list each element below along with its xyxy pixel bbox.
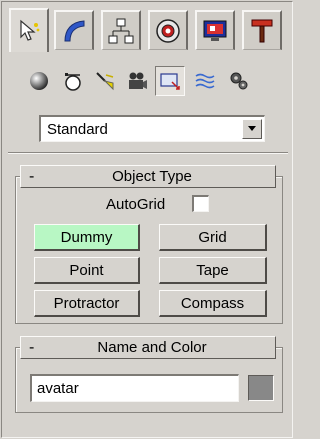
object-color-swatch[interactable]	[248, 375, 274, 401]
autogrid-checkbox[interactable]	[192, 195, 209, 212]
tab-display[interactable]	[195, 10, 235, 50]
rollout-title: Object Type	[112, 168, 192, 185]
compass-button[interactable]: Compass	[159, 290, 267, 317]
chevron-down-icon	[248, 126, 256, 131]
tab-hierarchy[interactable]	[101, 10, 141, 50]
tab-modify[interactable]	[54, 10, 94, 50]
helpers-button[interactable]	[155, 66, 185, 96]
create-pointer-icon	[20, 19, 40, 41]
category-dropdown-value: Standard	[47, 121, 108, 138]
utilities-hammer-icon	[251, 19, 273, 42]
object-name-field[interactable]: avatar	[30, 374, 239, 402]
name-and-color-rollout-header[interactable]: - Name and Color	[20, 336, 276, 359]
collapse-icon: -	[29, 167, 35, 185]
cameras-icon	[129, 72, 147, 89]
hierarchy-icon	[108, 18, 134, 43]
display-monitor-icon	[203, 20, 227, 41]
tab-motion[interactable]	[148, 10, 188, 50]
dummy-button[interactable]: Dummy	[34, 224, 140, 251]
systems-button[interactable]	[224, 66, 254, 96]
collapse-icon: -	[29, 338, 35, 356]
category-dropdown[interactable]: Standard	[39, 115, 265, 142]
cameras-button[interactable]	[122, 66, 152, 96]
geometry-button[interactable]	[24, 66, 54, 96]
rollout-title: Name and Color	[97, 339, 207, 356]
command-panel-tabs	[9, 8, 289, 52]
space-warps-icon	[195, 73, 215, 89]
shapes-button[interactable]	[58, 66, 88, 96]
shapes-icon	[65, 73, 81, 91]
grid-button[interactable]: Grid	[159, 224, 267, 251]
tab-utilities[interactable]	[242, 10, 282, 50]
modify-bend-icon	[64, 19, 85, 41]
lights-button[interactable]	[90, 66, 120, 96]
create-category-icons	[24, 66, 284, 96]
protractor-button[interactable]: Protractor	[34, 290, 140, 317]
motion-icon	[156, 18, 180, 43]
tape-button[interactable]: Tape	[159, 257, 267, 284]
helpers-icon	[160, 73, 180, 90]
space-warps-button[interactable]	[190, 66, 220, 96]
separator	[8, 152, 288, 154]
tab-create[interactable]	[9, 8, 49, 52]
object-type-rollout-header[interactable]: - Object Type	[20, 165, 276, 188]
dropdown-arrow-button[interactable]	[242, 119, 262, 139]
systems-icon	[230, 72, 248, 90]
geometry-sphere-icon	[30, 72, 48, 90]
point-button[interactable]: Point	[34, 257, 140, 284]
command-panel: Standard - Object Type AutoGrid Dummy Gr…	[1, 1, 293, 438]
autogrid-label: AutoGrid	[106, 196, 166, 213]
lights-icon	[96, 72, 114, 91]
